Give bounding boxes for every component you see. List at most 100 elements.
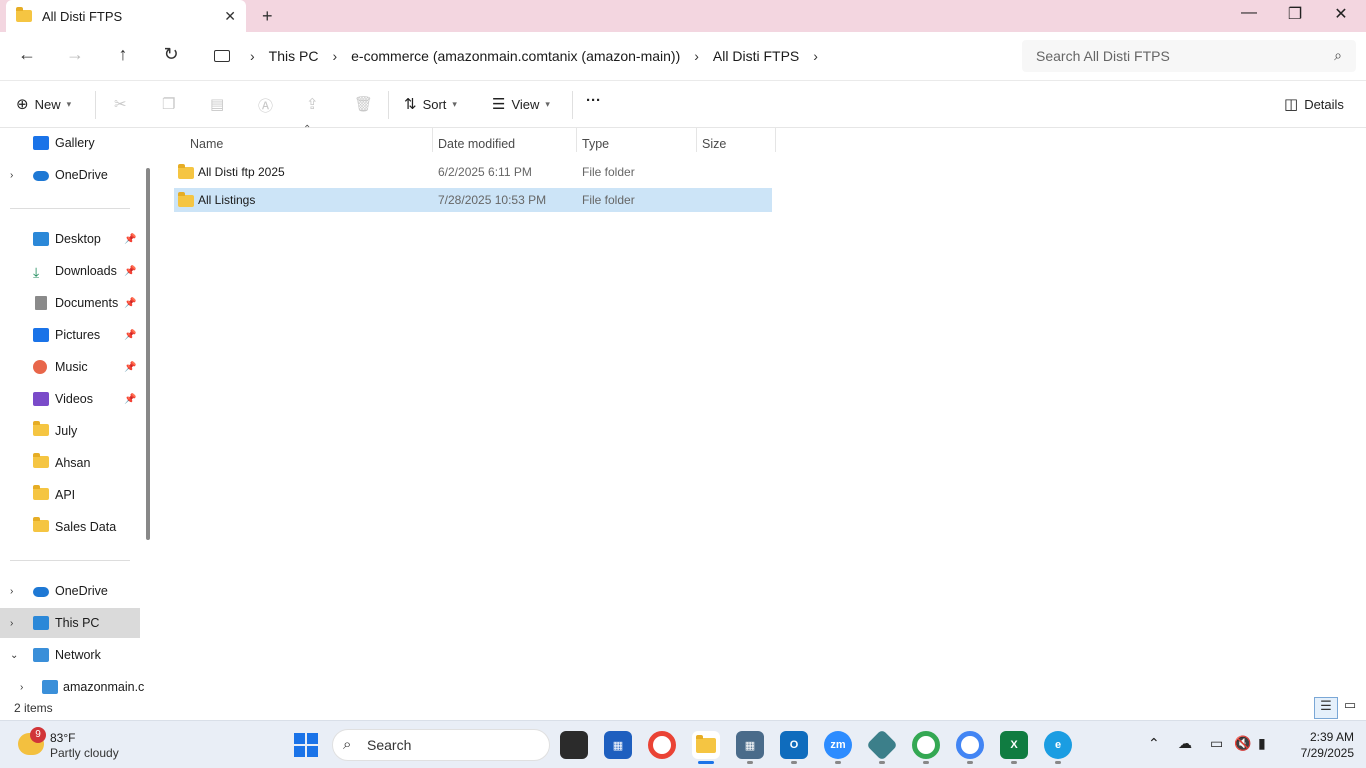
weather-widget[interactable]: 9 83°F Partly cloudy bbox=[16, 727, 156, 763]
sidebar-item-sales-data[interactable]: Sales Data bbox=[0, 512, 140, 542]
outlook-icon[interactable]: O bbox=[780, 731, 808, 759]
chevron-down-icon: ▾ bbox=[66, 98, 72, 109]
tiles-view-button[interactable]: ▭ bbox=[1338, 697, 1362, 719]
column-header-type[interactable]: Type bbox=[582, 132, 609, 156]
sidebar-item-gallery[interactable]: Gallery bbox=[0, 128, 140, 158]
minimize-button[interactable]: — bbox=[1226, 4, 1272, 22]
chevron-right-icon[interactable]: › bbox=[10, 170, 13, 181]
app-icon[interactable] bbox=[866, 729, 898, 761]
store-icon[interactable]: ▦ bbox=[604, 731, 632, 759]
sidebar-item-pictures[interactable]: Pictures 📌 bbox=[0, 320, 140, 350]
command-bar: ⊕ New ▾ ✂ ❐ ▤ Ⓐ ⇪ 🗑 ⇅ Sort ▾ ☰ View ▾ ··… bbox=[0, 80, 1366, 128]
sidebar-item-desktop[interactable]: Desktop 📌 bbox=[0, 224, 140, 254]
clock[interactable]: 2:39 AM 7/29/2025 bbox=[1288, 729, 1354, 761]
column-divider[interactable] bbox=[775, 128, 776, 152]
sidebar-item-this-pc[interactable]: › This PC bbox=[0, 608, 140, 638]
chevron-right-icon[interactable]: › bbox=[20, 682, 23, 693]
pin-icon[interactable]: 📌 bbox=[124, 298, 136, 309]
file-name: All Listings bbox=[198, 193, 256, 207]
pin-icon[interactable]: 📌 bbox=[124, 394, 136, 405]
pin-icon[interactable]: 📌 bbox=[124, 234, 136, 245]
column-header-name[interactable]: Name bbox=[190, 132, 223, 156]
sidebar-item-ahsan[interactable]: Ahsan bbox=[0, 448, 140, 478]
file-type: File folder bbox=[582, 193, 635, 207]
divider bbox=[95, 91, 96, 119]
chevron-down-icon[interactable]: ⌄ bbox=[10, 650, 18, 661]
chevron-right-icon[interactable]: › bbox=[10, 618, 13, 629]
file-explorer-icon[interactable] bbox=[692, 731, 720, 759]
copy-button[interactable]: ❐ bbox=[162, 95, 181, 113]
pin-icon[interactable]: 📌 bbox=[124, 330, 136, 341]
chevron-right-icon[interactable]: › bbox=[10, 586, 13, 597]
details-view-button[interactable]: ☰ bbox=[1314, 697, 1338, 719]
breadcrumb-ecommerce[interactable]: e-commerce (amazonmain.comtanix (amazon-… bbox=[351, 48, 680, 64]
chrome-icon[interactable] bbox=[648, 731, 676, 759]
sidebar-item-music[interactable]: Music 📌 bbox=[0, 352, 140, 382]
forward-button[interactable]: → bbox=[63, 44, 87, 65]
chrome-profile-icon[interactable] bbox=[912, 731, 940, 759]
display-icon[interactable]: ▭ bbox=[1210, 735, 1223, 752]
start-button[interactable] bbox=[292, 731, 320, 759]
file-row[interactable]: All Listings 7/28/2025 10:53 PM File fol… bbox=[174, 188, 772, 212]
weather-badge: 9 bbox=[30, 727, 46, 743]
scissors-icon: ✂ bbox=[114, 96, 127, 113]
title-bar: All Disti FTPS ✕ + — ❐ ✕ bbox=[0, 0, 1366, 32]
search-icon: ⌕ bbox=[1334, 47, 1342, 63]
restore-button[interactable]: ❐ bbox=[1272, 4, 1318, 24]
more-options-button[interactable]: ··· bbox=[586, 92, 601, 109]
new-button[interactable]: ⊕ New ▾ bbox=[16, 95, 71, 113]
rename-button[interactable]: Ⓐ bbox=[258, 95, 279, 116]
taskbar-search[interactable]: ⌕ Search bbox=[332, 729, 550, 761]
details-button[interactable]: ◫ Details bbox=[1284, 95, 1344, 113]
refresh-button[interactable]: ↻ bbox=[159, 44, 183, 65]
close-window-button[interactable]: ✕ bbox=[1318, 4, 1364, 24]
column-divider[interactable] bbox=[576, 128, 577, 152]
sort-button[interactable]: ⇅ Sort ▾ bbox=[404, 95, 457, 113]
column-header-date[interactable]: Date modified bbox=[438, 132, 515, 156]
paste-button[interactable]: ▤ bbox=[210, 95, 230, 113]
breadcrumb-this-pc[interactable]: This PC bbox=[269, 48, 319, 64]
edge-icon[interactable]: e bbox=[1044, 731, 1072, 759]
pin-icon[interactable]: 📌 bbox=[124, 266, 136, 277]
up-button[interactable]: ↑ bbox=[111, 44, 135, 65]
breadcrumb-all-disti-ftps[interactable]: All Disti FTPS bbox=[713, 48, 799, 64]
sidebar-item-network[interactable]: ⌄ Network bbox=[0, 640, 140, 670]
view-button[interactable]: ☰ View ▾ bbox=[492, 95, 550, 113]
sidebar-scrollbar[interactable] bbox=[146, 168, 150, 540]
sidebar-item-amazonmain[interactable]: › amazonmain.c bbox=[0, 672, 144, 696]
new-tab-button[interactable]: + bbox=[262, 6, 273, 27]
excel-icon[interactable]: X bbox=[1000, 731, 1028, 759]
chevron-up-icon[interactable]: ⌃ bbox=[1148, 735, 1160, 752]
file-row[interactable]: All Disti ftp 2025 6/2/2025 6:11 PM File… bbox=[174, 160, 772, 184]
back-button[interactable]: ← bbox=[15, 44, 39, 65]
pin-icon[interactable]: 📌 bbox=[124, 362, 136, 373]
sidebar-item-onedrive-2[interactable]: › OneDrive bbox=[0, 576, 140, 606]
zoom-icon[interactable]: zm bbox=[824, 731, 852, 759]
share-button[interactable]: ⇪ bbox=[306, 95, 325, 113]
weather-condition: Partly cloudy bbox=[50, 746, 119, 760]
sort-icon: ⇅ bbox=[404, 96, 417, 113]
column-divider[interactable] bbox=[696, 128, 697, 152]
search-input[interactable]: Search All Disti FTPS ⌕ bbox=[1022, 40, 1356, 72]
sidebar-item-label: Videos bbox=[55, 392, 93, 406]
sidebar-item-videos[interactable]: Videos 📌 bbox=[0, 384, 140, 414]
chevron-right-icon[interactable]: › bbox=[813, 48, 818, 64]
sidebar-item-onedrive[interactable]: › OneDrive bbox=[0, 160, 140, 190]
sidebar-item-downloads[interactable]: ⤓ Downloads 📌 bbox=[0, 256, 140, 286]
chrome-profile-2-icon[interactable] bbox=[956, 731, 984, 759]
column-header-size[interactable]: Size bbox=[702, 132, 726, 156]
delete-button[interactable]: 🗑 bbox=[354, 95, 379, 113]
sidebar-item-documents[interactable]: Documents 📌 bbox=[0, 288, 140, 318]
cut-button[interactable]: ✂ bbox=[114, 95, 133, 113]
cloud-off-icon[interactable]: ☁ bbox=[1178, 735, 1192, 752]
address-bar[interactable]: › This PC › e-commerce (amazonmain.comta… bbox=[202, 40, 1014, 72]
calculator-icon[interactable]: ▦ bbox=[736, 731, 764, 759]
battery-icon[interactable]: ▮ bbox=[1258, 735, 1266, 752]
task-view-icon[interactable] bbox=[560, 731, 588, 759]
sidebar-item-july[interactable]: July bbox=[0, 416, 140, 446]
sidebar-item-api[interactable]: API bbox=[0, 480, 140, 510]
close-tab-icon[interactable]: ✕ bbox=[224, 8, 236, 25]
volume-muted-icon[interactable]: 🔇 bbox=[1234, 735, 1251, 752]
tab-all-disti-ftps[interactable]: All Disti FTPS ✕ bbox=[6, 0, 246, 32]
column-divider[interactable] bbox=[432, 128, 433, 152]
